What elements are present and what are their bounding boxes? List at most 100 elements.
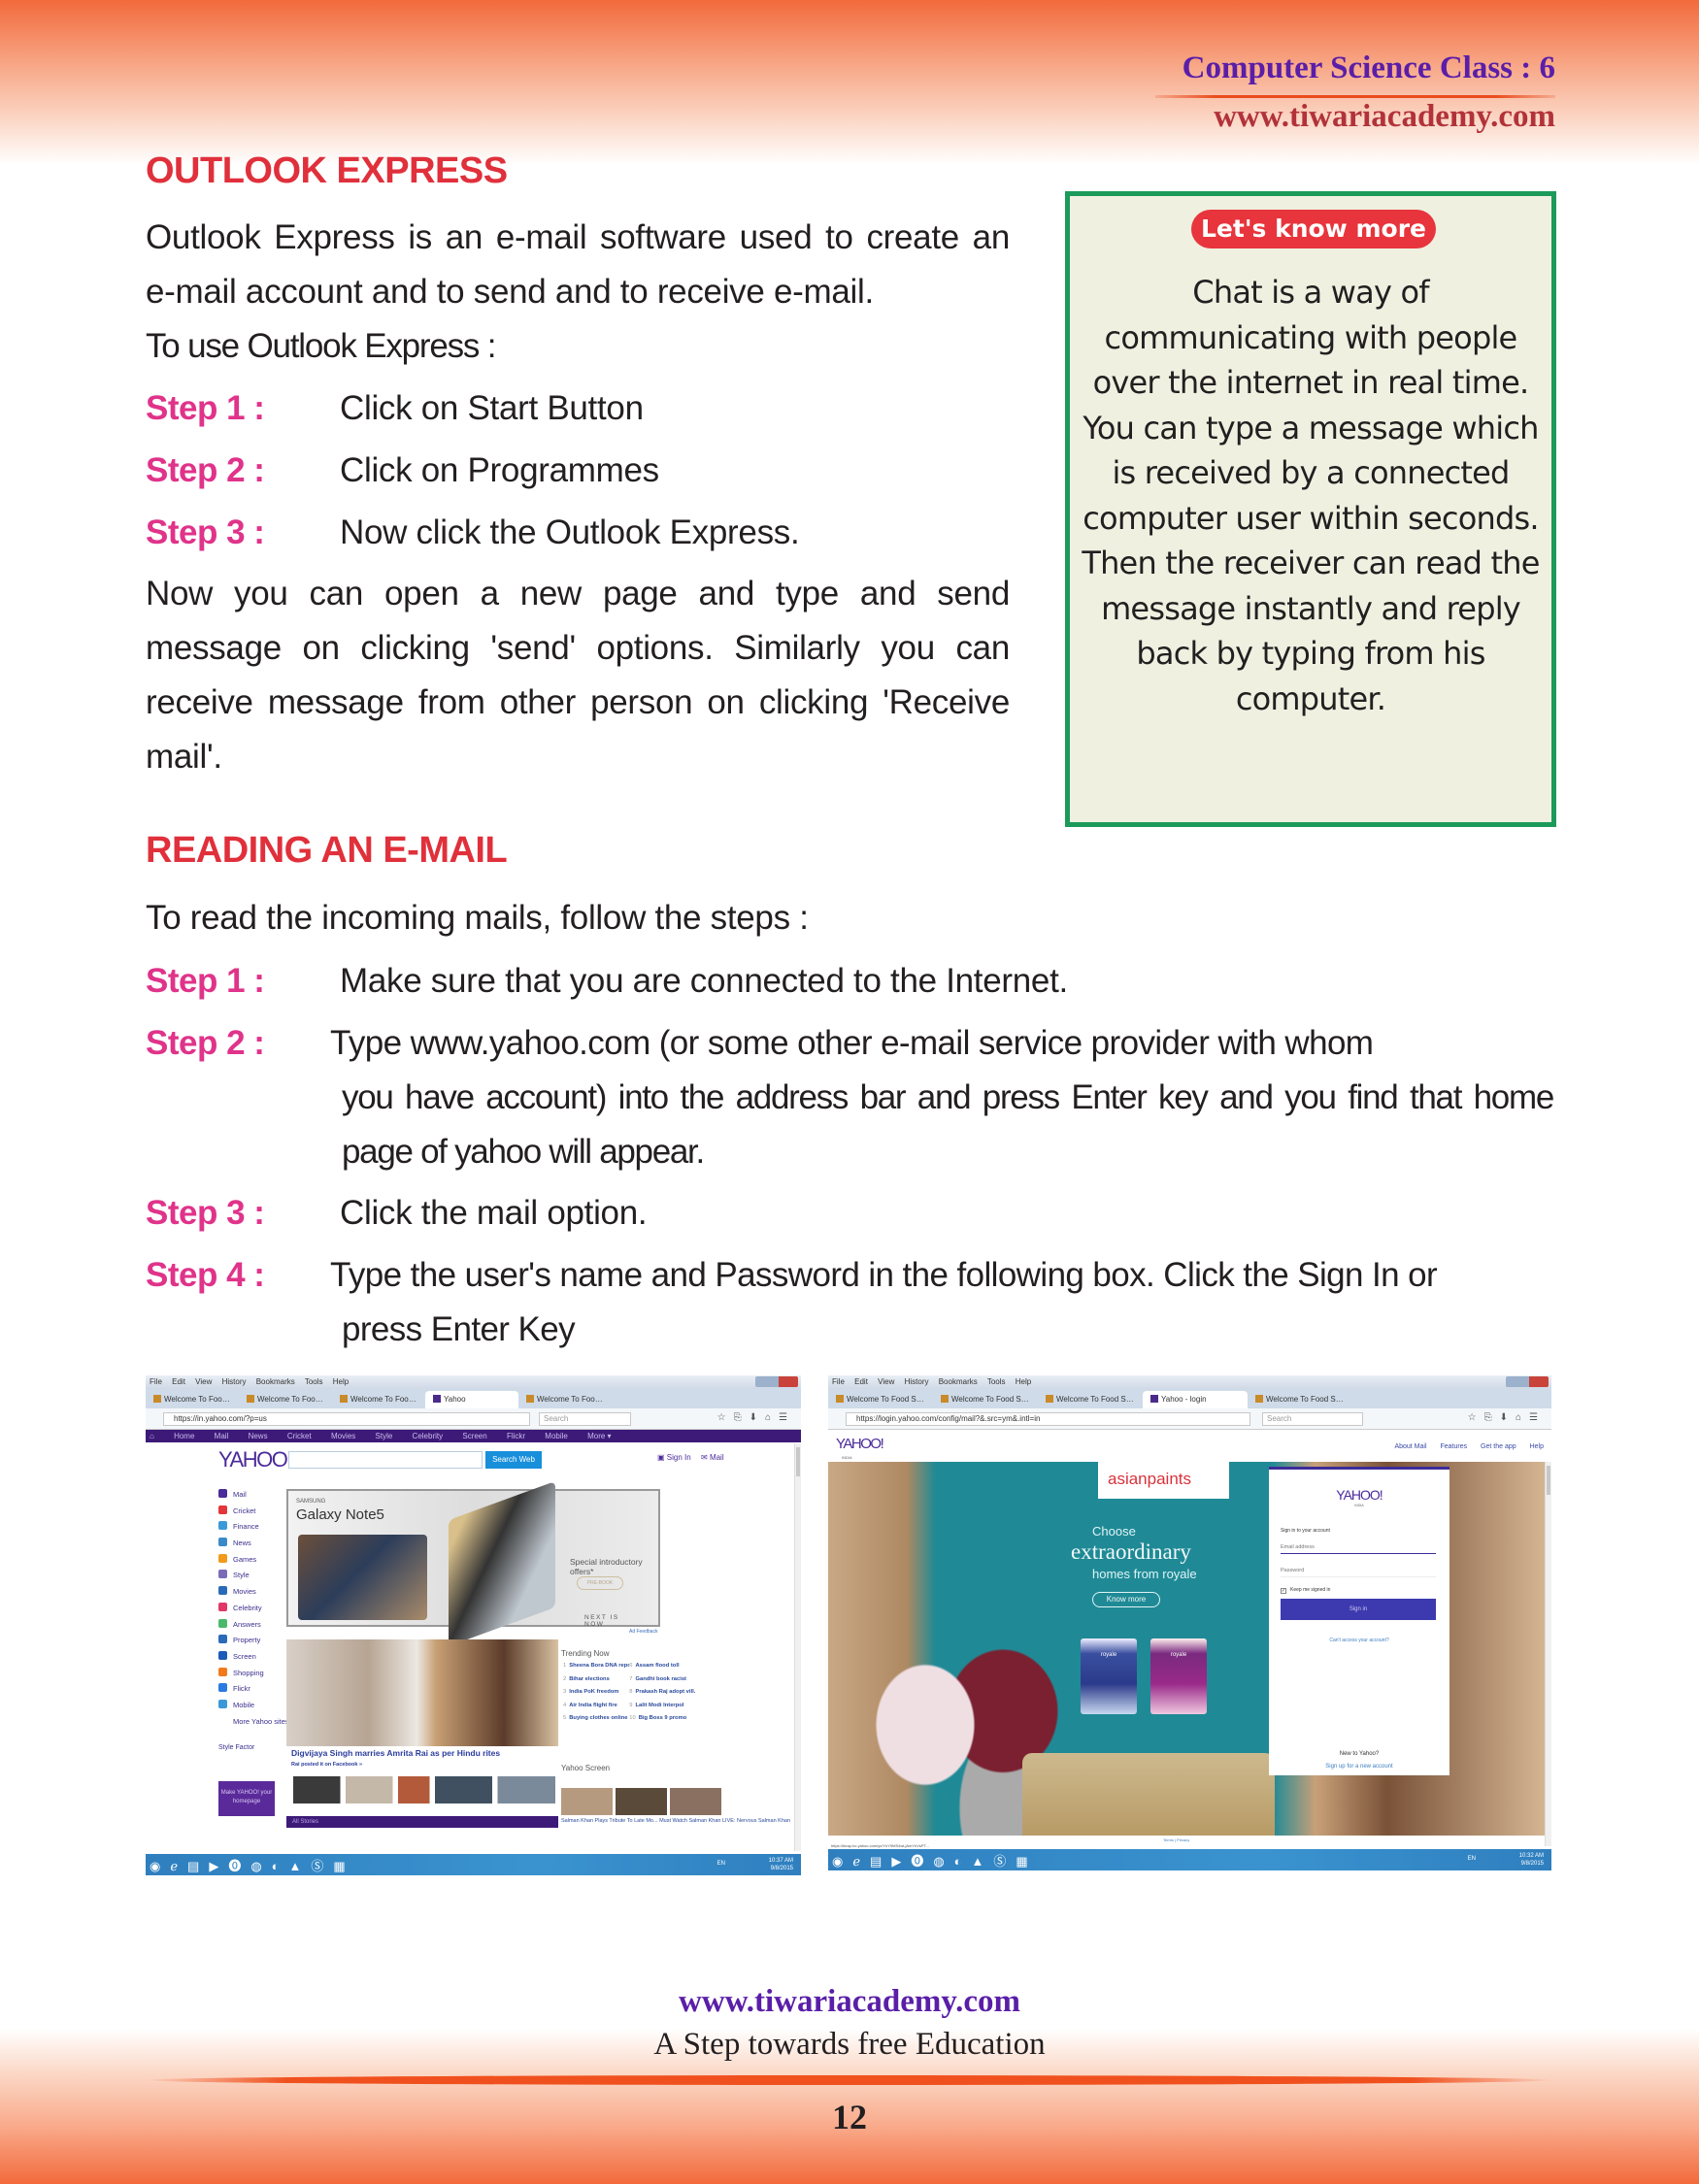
sidebar-item[interactable]: Screen (218, 1650, 277, 1668)
ad-prebook-button[interactable]: PRE-BOOK (577, 1576, 623, 1590)
trending-item[interactable]: Gandhi book racist (635, 1676, 695, 1682)
sidebar-item[interactable]: More Yahoo sites » (218, 1715, 295, 1733)
sign-up-link[interactable]: Sign up for a new account (1269, 1764, 1449, 1770)
trending-item[interactable]: Lalit Modi Interpol (635, 1703, 695, 1708)
sidebar-item[interactable]: Mail (218, 1489, 277, 1506)
footer-url[interactable]: www.tiwariacademy.com (0, 1984, 1699, 2020)
sidebar-item[interactable]: Flickr (218, 1683, 277, 1700)
mail-link[interactable]: ✉ Mail (701, 1453, 724, 1462)
asianpaints-ad-background[interactable]: asianpaints Choose extraordinary homes f… (828, 1462, 1545, 1836)
system-clock[interactable]: 10:32 AM 9/8/2015 (1519, 1852, 1544, 1868)
nav-mail[interactable]: Mail (215, 1432, 229, 1440)
trending-item[interactable]: Buying clothes online (569, 1715, 629, 1721)
trending-item[interactable]: Sheena Bora DNA report (569, 1663, 629, 1669)
browser-tab[interactable]: Welcome To Food Security... (1038, 1391, 1143, 1408)
language-indicator[interactable]: EN (1468, 1856, 1476, 1862)
sidebar-item[interactable]: Celebrity (218, 1602, 277, 1619)
browser-tab[interactable]: Welcome To Food Security... (332, 1391, 425, 1408)
all-stories-tab[interactable]: All Stories (286, 1816, 558, 1828)
page-scrollbar[interactable] (794, 1443, 801, 1851)
features-link[interactable]: Features (1440, 1443, 1467, 1450)
sidebar-item[interactable]: Games (218, 1553, 277, 1571)
sidebar-item[interactable]: Shopping (218, 1667, 277, 1684)
menu-help[interactable]: Help (1016, 1377, 1031, 1386)
password-field[interactable] (1281, 1564, 1436, 1577)
nav-mobile[interactable]: Mobile (545, 1432, 568, 1440)
sidebar-item[interactable]: Property (218, 1635, 277, 1651)
style-factor-label[interactable]: Style Factor (218, 1744, 254, 1751)
help-link[interactable]: Help (1530, 1443, 1544, 1450)
get-the-app-link[interactable]: Get the app (1481, 1443, 1516, 1450)
trending-item[interactable]: Air India flight fire (569, 1703, 629, 1708)
page-scrollbar[interactable] (1545, 1462, 1551, 1846)
news-story-image[interactable] (286, 1639, 558, 1746)
about-mail-link[interactable]: About Mail (1394, 1443, 1426, 1450)
browser-tab[interactable]: Welcome To Food Security... (828, 1391, 933, 1408)
trending-item[interactable]: Bihar elections (569, 1676, 629, 1682)
menu-tools[interactable]: Tools (305, 1377, 323, 1386)
email-field[interactable] (1281, 1540, 1436, 1554)
yahoo-logo[interactable]: YAHOO! (836, 1436, 884, 1452)
sidebar-item[interactable]: Cricket (218, 1505, 277, 1522)
menu-file[interactable]: File (150, 1377, 162, 1386)
sidebar-item[interactable]: Style (218, 1570, 277, 1586)
system-clock[interactable]: 10:37 AM 9/8/2015 (769, 1857, 793, 1872)
nav-cricket[interactable]: Cricket (287, 1432, 312, 1440)
menu-edit[interactable]: Edit (854, 1377, 868, 1386)
menu-bookmarks[interactable]: Bookmarks (939, 1377, 978, 1386)
yahoo-logo[interactable]: YAHOO! (218, 1447, 292, 1473)
menu-bookmarks[interactable]: Bookmarks (256, 1377, 295, 1386)
search-web-button[interactable]: Search Web (485, 1451, 542, 1469)
sign-in-button[interactable]: Sign in (1281, 1599, 1436, 1620)
sidebar-item[interactable]: Finance (218, 1521, 277, 1538)
yahoo-screen-videos[interactable] (561, 1788, 721, 1815)
taskbar-app-icons[interactable]: ◉ℯ▤▶⓿◍◐▲Ⓢ▦ (832, 1851, 1038, 1870)
sidebar-item[interactable]: Movies (218, 1586, 277, 1603)
header-url[interactable]: www.tiwariacademy.com (1214, 99, 1555, 135)
browser-tab-active[interactable]: Yahoo - login (1143, 1391, 1248, 1408)
browser-search-field[interactable]: Search (539, 1412, 631, 1426)
keep-signed-in-checkbox[interactable]: ✓ Keep me signed in (1281, 1587, 1330, 1594)
news-thumbnail-carousel[interactable] (293, 1776, 555, 1803)
window-controls[interactable] (755, 1376, 798, 1387)
browser-toolbar-icons[interactable]: ☆⎘⬇⌂☰ (1468, 1412, 1546, 1423)
browser-toolbar-icons[interactable]: ☆⎘⬇⌂☰ (717, 1412, 795, 1423)
address-bar[interactable]: https://login.yahoo.com/config/mail?&.sr… (846, 1412, 1251, 1426)
know-more-button[interactable]: Know more (1092, 1592, 1160, 1607)
browser-tab[interactable]: Welcome To Food Security... (239, 1391, 332, 1408)
menu-help[interactable]: Help (333, 1377, 349, 1386)
make-yahoo-homepage-button[interactable]: Make YAHOO! your homepage (218, 1781, 275, 1816)
yahoo-search-input[interactable] (288, 1451, 483, 1469)
trending-item[interactable]: Big Boss 9 promo (639, 1715, 699, 1721)
yahoo-screen-captions[interactable]: Salman Khan Plays Tribute To Late Mo... … (561, 1818, 790, 1824)
window-controls[interactable] (1506, 1376, 1549, 1387)
cant-access-account-link[interactable]: Can't access your account? (1269, 1638, 1449, 1643)
browser-tab-active[interactable]: Yahoo (425, 1391, 518, 1408)
nav-movies[interactable]: Movies (331, 1432, 355, 1440)
menu-tools[interactable]: Tools (987, 1377, 1006, 1386)
nav-more[interactable]: More ▾ (587, 1432, 611, 1440)
ad-feedback-link[interactable]: Ad Feedback (629, 1629, 657, 1635)
trending-item[interactable]: Prakash Raj adopt vill... (635, 1689, 695, 1695)
browser-search-field[interactable]: Search (1262, 1412, 1364, 1426)
menu-history[interactable]: History (905, 1377, 929, 1386)
language-indicator[interactable]: EN (717, 1861, 725, 1867)
trending-item[interactable]: Assam flood toll (635, 1663, 695, 1669)
terms-privacy-link[interactable]: Terms | Privacy (1163, 1837, 1189, 1842)
nav-celebrity[interactable]: Celebrity (413, 1432, 444, 1440)
news-headline[interactable]: Digvijaya Singh marries Amrita Rai as pe… (291, 1748, 500, 1758)
samsung-ad-banner[interactable]: SAMSUNG Galaxy Note5 Special introductor… (286, 1480, 660, 1647)
menu-file[interactable]: File (832, 1377, 845, 1386)
menu-history[interactable]: History (222, 1377, 247, 1386)
sidebar-item[interactable]: Mobile (218, 1699, 277, 1716)
nav-flickr[interactable]: Flickr (507, 1432, 525, 1440)
sidebar-item[interactable]: News (218, 1538, 277, 1554)
nav-news[interactable]: News (249, 1432, 268, 1440)
menu-view[interactable]: View (878, 1377, 894, 1386)
news-link[interactable]: Rai posted it on Facebook » (291, 1762, 362, 1768)
menu-edit[interactable]: Edit (172, 1377, 185, 1386)
trending-item[interactable]: India PoK freedom (569, 1689, 629, 1695)
taskbar-app-icons[interactable]: ◉ℯ▤▶⓿◍◐▲Ⓢ▦ (150, 1856, 355, 1874)
sidebar-item[interactable]: Answers (218, 1618, 277, 1636)
browser-tab[interactable]: Welcome To Food Security... (1248, 1391, 1352, 1408)
